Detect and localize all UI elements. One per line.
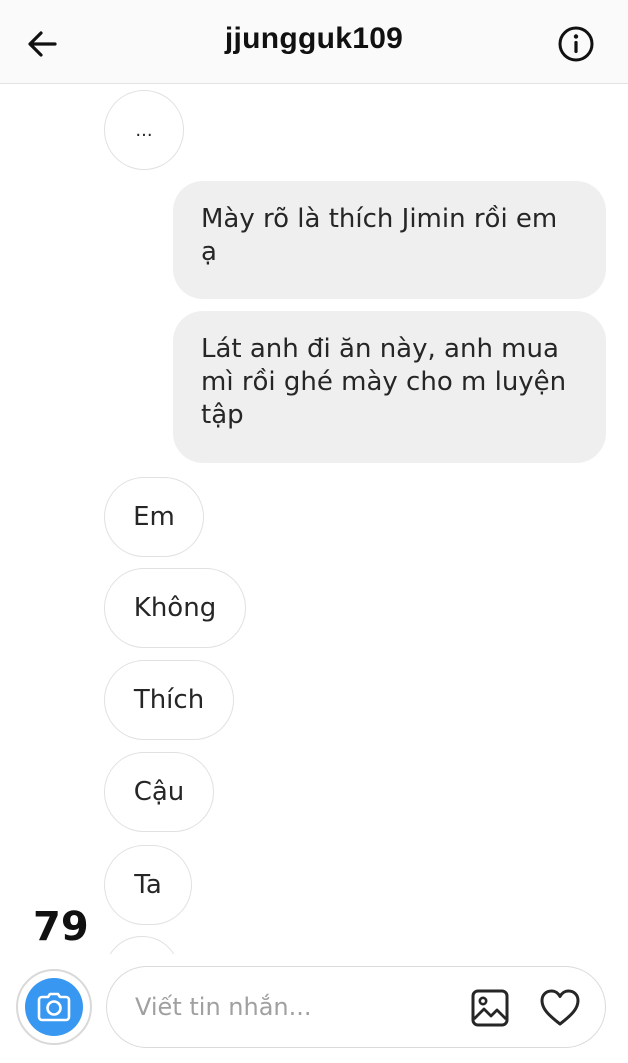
camera-button[interactable] [16, 969, 92, 1045]
message-text: Ta [134, 869, 162, 900]
outgoing-message: Lát anh đi ăn này, anh mua mì rồi ghé mà… [173, 311, 606, 463]
incoming-message: Cậu [104, 752, 214, 832]
incoming-message: Ta [104, 845, 192, 925]
message-input[interactable]: Viết tin nhắn... [106, 966, 606, 1048]
message-composer: Viết tin nhắn... [0, 954, 628, 1063]
message-text: ... [135, 119, 153, 141]
camera-button-fill [25, 978, 83, 1036]
page-counter-overlay: 79 [33, 904, 89, 950]
chat-header: jjungguk109 [0, 0, 628, 84]
heart-icon [540, 989, 580, 1026]
info-button[interactable] [556, 24, 596, 64]
outgoing-message: Mày rõ là thích Jimin rồi em ạ [173, 181, 606, 299]
incoming-message: Em [104, 477, 204, 557]
page-title[interactable]: jjungguk109 [0, 22, 628, 56]
info-circle-icon [558, 26, 594, 62]
like-button[interactable] [537, 985, 583, 1031]
incoming-message: ... [104, 90, 184, 170]
message-thread[interactable]: ... Mày rõ là thích Jimin rồi em ạ Lát a… [0, 84, 628, 954]
incoming-message: Không [104, 568, 246, 648]
message-text: Thích [133, 684, 205, 715]
message-line: Lát anh đi ăn này, anh mua [201, 334, 559, 364]
message-text: Không [133, 592, 217, 623]
gallery-button[interactable] [469, 987, 511, 1029]
camera-icon [37, 992, 71, 1022]
incoming-message: Thích [104, 660, 234, 740]
image-gallery-icon [471, 989, 509, 1027]
message-text: Cậu [133, 776, 185, 807]
message-line: ạ [201, 237, 217, 267]
incoming-message-partial [104, 936, 180, 954]
message-line: Mày rõ là thích Jimin rồi em [201, 204, 558, 234]
message-text: Em [133, 501, 175, 532]
message-line: tập [201, 400, 244, 430]
message-input-placeholder: Viết tin nhắn... [135, 993, 312, 1021]
message-line: mì rồi ghé mày cho m luyện [201, 367, 567, 397]
